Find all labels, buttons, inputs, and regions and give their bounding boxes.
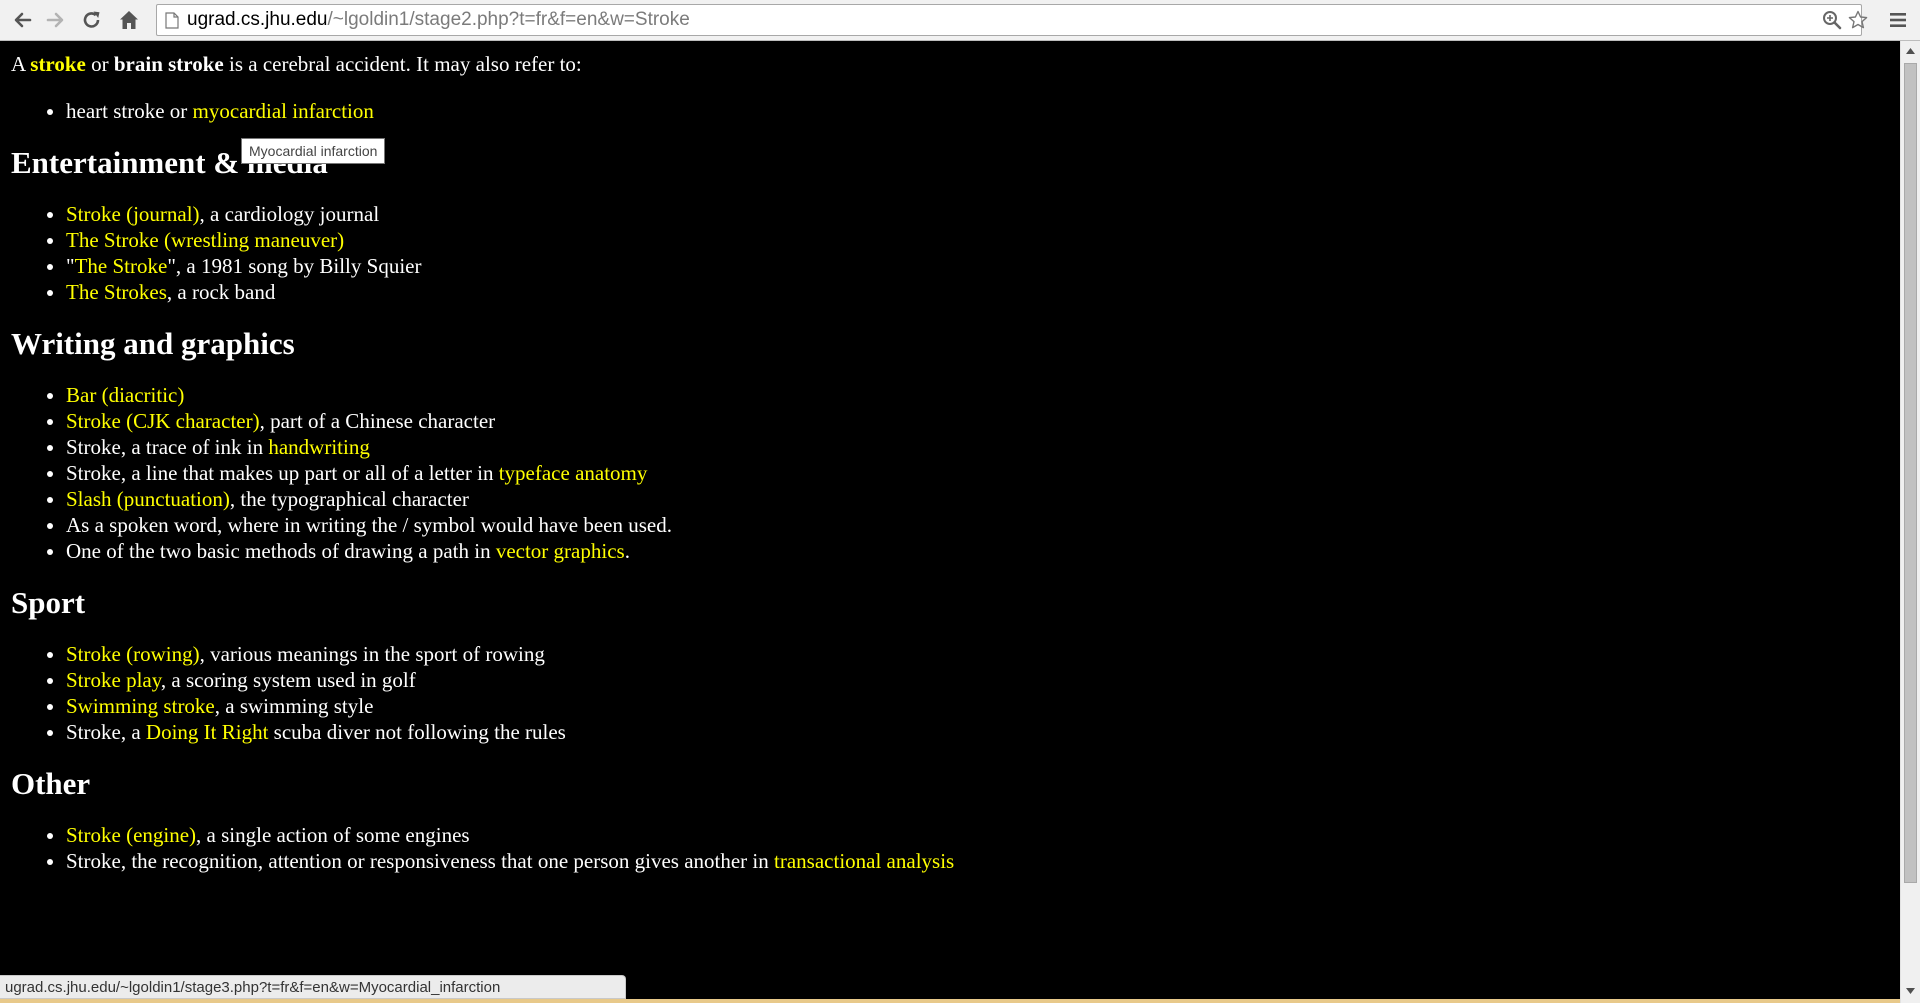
section-heading-writing: Writing and graphics <box>11 326 295 361</box>
list-item: Bar (diacritic) <box>66 382 1889 408</box>
zoom-button[interactable] <box>1821 9 1843 31</box>
intro-text: A <box>11 52 31 76</box>
intro-paragraph: A stroke or brain stroke is a cerebral a… <box>11 51 1889 77</box>
list-item: heart stroke or myocardial infarction <box>66 98 1889 124</box>
page-viewport: A stroke or brain stroke is a cerebral a… <box>0 41 1900 1003</box>
intro-text: or <box>85 52 114 76</box>
item-text: , part of a Chinese character <box>259 409 496 433</box>
item-text: , a single action of some engines <box>196 823 470 847</box>
myocardial-infarction-link[interactable]: myocardial infarction <box>193 99 374 123</box>
back-icon <box>14 12 32 28</box>
item-text: . <box>624 539 630 563</box>
reload-button[interactable] <box>79 7 105 33</box>
menu-button[interactable] <box>1886 8 1910 32</box>
section-heading-sport: Sport <box>11 585 86 620</box>
star-icon <box>1848 10 1868 29</box>
writing-list: Bar (diacritic) Stroke (CJK character), … <box>11 382 1889 564</box>
item-text: , a rock band <box>166 280 276 304</box>
item-text: , various meanings in the sport of rowin… <box>199 642 545 666</box>
item-link[interactable]: Bar (diacritic) <box>66 383 184 407</box>
forward-button[interactable] <box>43 7 69 33</box>
list-item: Stroke, a Doing It Right scuba diver not… <box>66 719 1889 745</box>
vertical-scrollbar[interactable] <box>1900 41 1920 1003</box>
item-link[interactable]: handwriting <box>268 435 369 459</box>
list-item: Stroke (journal), a cardiology journal <box>66 201 1889 227</box>
stroke-link[interactable]: stroke <box>30 52 86 76</box>
item-text: One of the two basic methods of drawing … <box>66 539 496 563</box>
item-link[interactable]: typeface anatomy <box>499 461 648 485</box>
section-heading-other: Other <box>11 766 91 801</box>
address-bar[interactable]: ugrad.cs.jhu.edu/~lgoldin1/stage2.php?t=… <box>156 4 1868 36</box>
link-tooltip: Myocardial infarction <box>241 138 386 164</box>
list-item: "The Stroke", a 1981 song by Billy Squie… <box>66 253 1889 279</box>
back-button[interactable] <box>9 7 35 33</box>
bookmark-button[interactable] <box>1847 9 1869 31</box>
list-item: As a spoken word, where in writing the /… <box>66 512 1889 538</box>
sport-list: Stroke (rowing), various meanings in the… <box>11 641 1889 745</box>
list-item: The Stroke (wrestling maneuver) <box>66 227 1889 253</box>
item-text: , a swimming style <box>214 694 374 718</box>
list-item: Swimming stroke, a swimming style <box>66 693 1889 719</box>
list-item: One of the two basic methods of drawing … <box>66 538 1889 564</box>
item-link[interactable]: Stroke play <box>66 668 161 692</box>
scroll-up-button[interactable] <box>1901 41 1920 61</box>
page-icon <box>165 12 179 29</box>
other-list: Stroke (engine), a single action of some… <box>11 822 1889 874</box>
item-text: Stroke, a trace of ink in <box>66 435 269 459</box>
url-host: ugrad.cs.jhu.edu <box>187 9 328 30</box>
home-icon <box>120 11 138 29</box>
item-link[interactable]: Slash (punctuation) <box>66 487 230 511</box>
menu-icon <box>1890 13 1906 27</box>
scroll-thumb[interactable] <box>1904 63 1917 883</box>
item-text: Stroke, a line that makes up part or all… <box>66 461 499 485</box>
zoom-icon <box>1823 11 1842 30</box>
window-bottom-edge <box>0 999 1900 1003</box>
list-item: Stroke, a line that makes up part or all… <box>66 460 1889 486</box>
list-item: Stroke, the recognition, attention or re… <box>66 848 1889 874</box>
item-link[interactable]: transactional analysis <box>774 849 954 873</box>
item-text: As a spoken word, where in writing the /… <box>66 513 672 537</box>
list-item: Stroke (engine), a single action of some… <box>66 822 1889 848</box>
list-item: The Strokes, a rock band <box>66 279 1889 305</box>
item-text: " <box>66 254 75 278</box>
item-link[interactable]: Stroke (engine) <box>66 823 196 847</box>
item-text: Stroke, the recognition, attention or re… <box>66 849 775 873</box>
item-text: heart stroke or <box>66 99 193 123</box>
brain-stroke-bold: brain stroke <box>113 52 224 76</box>
item-text: , a scoring system used in golf <box>160 668 416 692</box>
forward-icon <box>46 12 64 28</box>
list-item: Stroke (CJK character), part of a Chines… <box>66 408 1889 434</box>
address-url[interactable]: ugrad.cs.jhu.edu/~lgoldin1/stage2.php?t=… <box>187 5 690 35</box>
home-button[interactable] <box>116 7 142 33</box>
item-text: , the typographical character <box>229 487 469 511</box>
intro-text: is a cerebral accident. It may also refe… <box>223 52 582 76</box>
item-link[interactable]: Doing It Right <box>146 720 269 744</box>
list-item: Stroke (rowing), various meanings in the… <box>66 641 1889 667</box>
url-path: /~lgoldin1/stage2.php?t=fr&f=en&w=Stroke <box>327 9 690 30</box>
item-link[interactable]: vector graphics <box>496 539 625 563</box>
reload-icon <box>83 11 100 28</box>
item-text: Stroke, a <box>66 720 146 744</box>
item-link[interactable]: Swimming stroke <box>66 694 215 718</box>
item-text: scuba diver not following the rules <box>268 720 566 744</box>
item-text: ", a 1981 song by Billy Squier <box>167 254 422 278</box>
item-link[interactable]: The Strokes <box>66 280 167 304</box>
arrow-down-icon <box>1906 988 1915 994</box>
item-link[interactable]: The Stroke <box>75 254 168 278</box>
list-item: Slash (punctuation), the typographical c… <box>66 486 1889 512</box>
item-link[interactable]: Stroke (rowing) <box>66 642 200 666</box>
item-text: , a cardiology journal <box>199 202 380 226</box>
browser-toolbar: ugrad.cs.jhu.edu/~lgoldin1/stage2.php?t=… <box>0 0 1920 41</box>
item-link[interactable]: Stroke (CJK character) <box>66 409 260 433</box>
page-content: A stroke or brain stroke is a cerebral a… <box>0 41 1900 874</box>
item-link[interactable]: The Stroke (wrestling maneuver) <box>66 228 344 252</box>
item-link[interactable]: Stroke (journal) <box>66 202 200 226</box>
scroll-down-button[interactable] <box>1901 981 1920 1001</box>
entertainment-list: Stroke (journal), a cardiology journal T… <box>11 201 1889 305</box>
list-item: Stroke play, a scoring system used in go… <box>66 667 1889 693</box>
intro-list: heart stroke or myocardial infarction <box>11 98 1889 124</box>
arrow-up-icon <box>1906 48 1915 54</box>
list-item: Stroke, a trace of ink in handwriting <box>66 434 1889 460</box>
status-bubble: ugrad.cs.jhu.edu/~lgoldin1/stage3.php?t=… <box>0 975 627 999</box>
